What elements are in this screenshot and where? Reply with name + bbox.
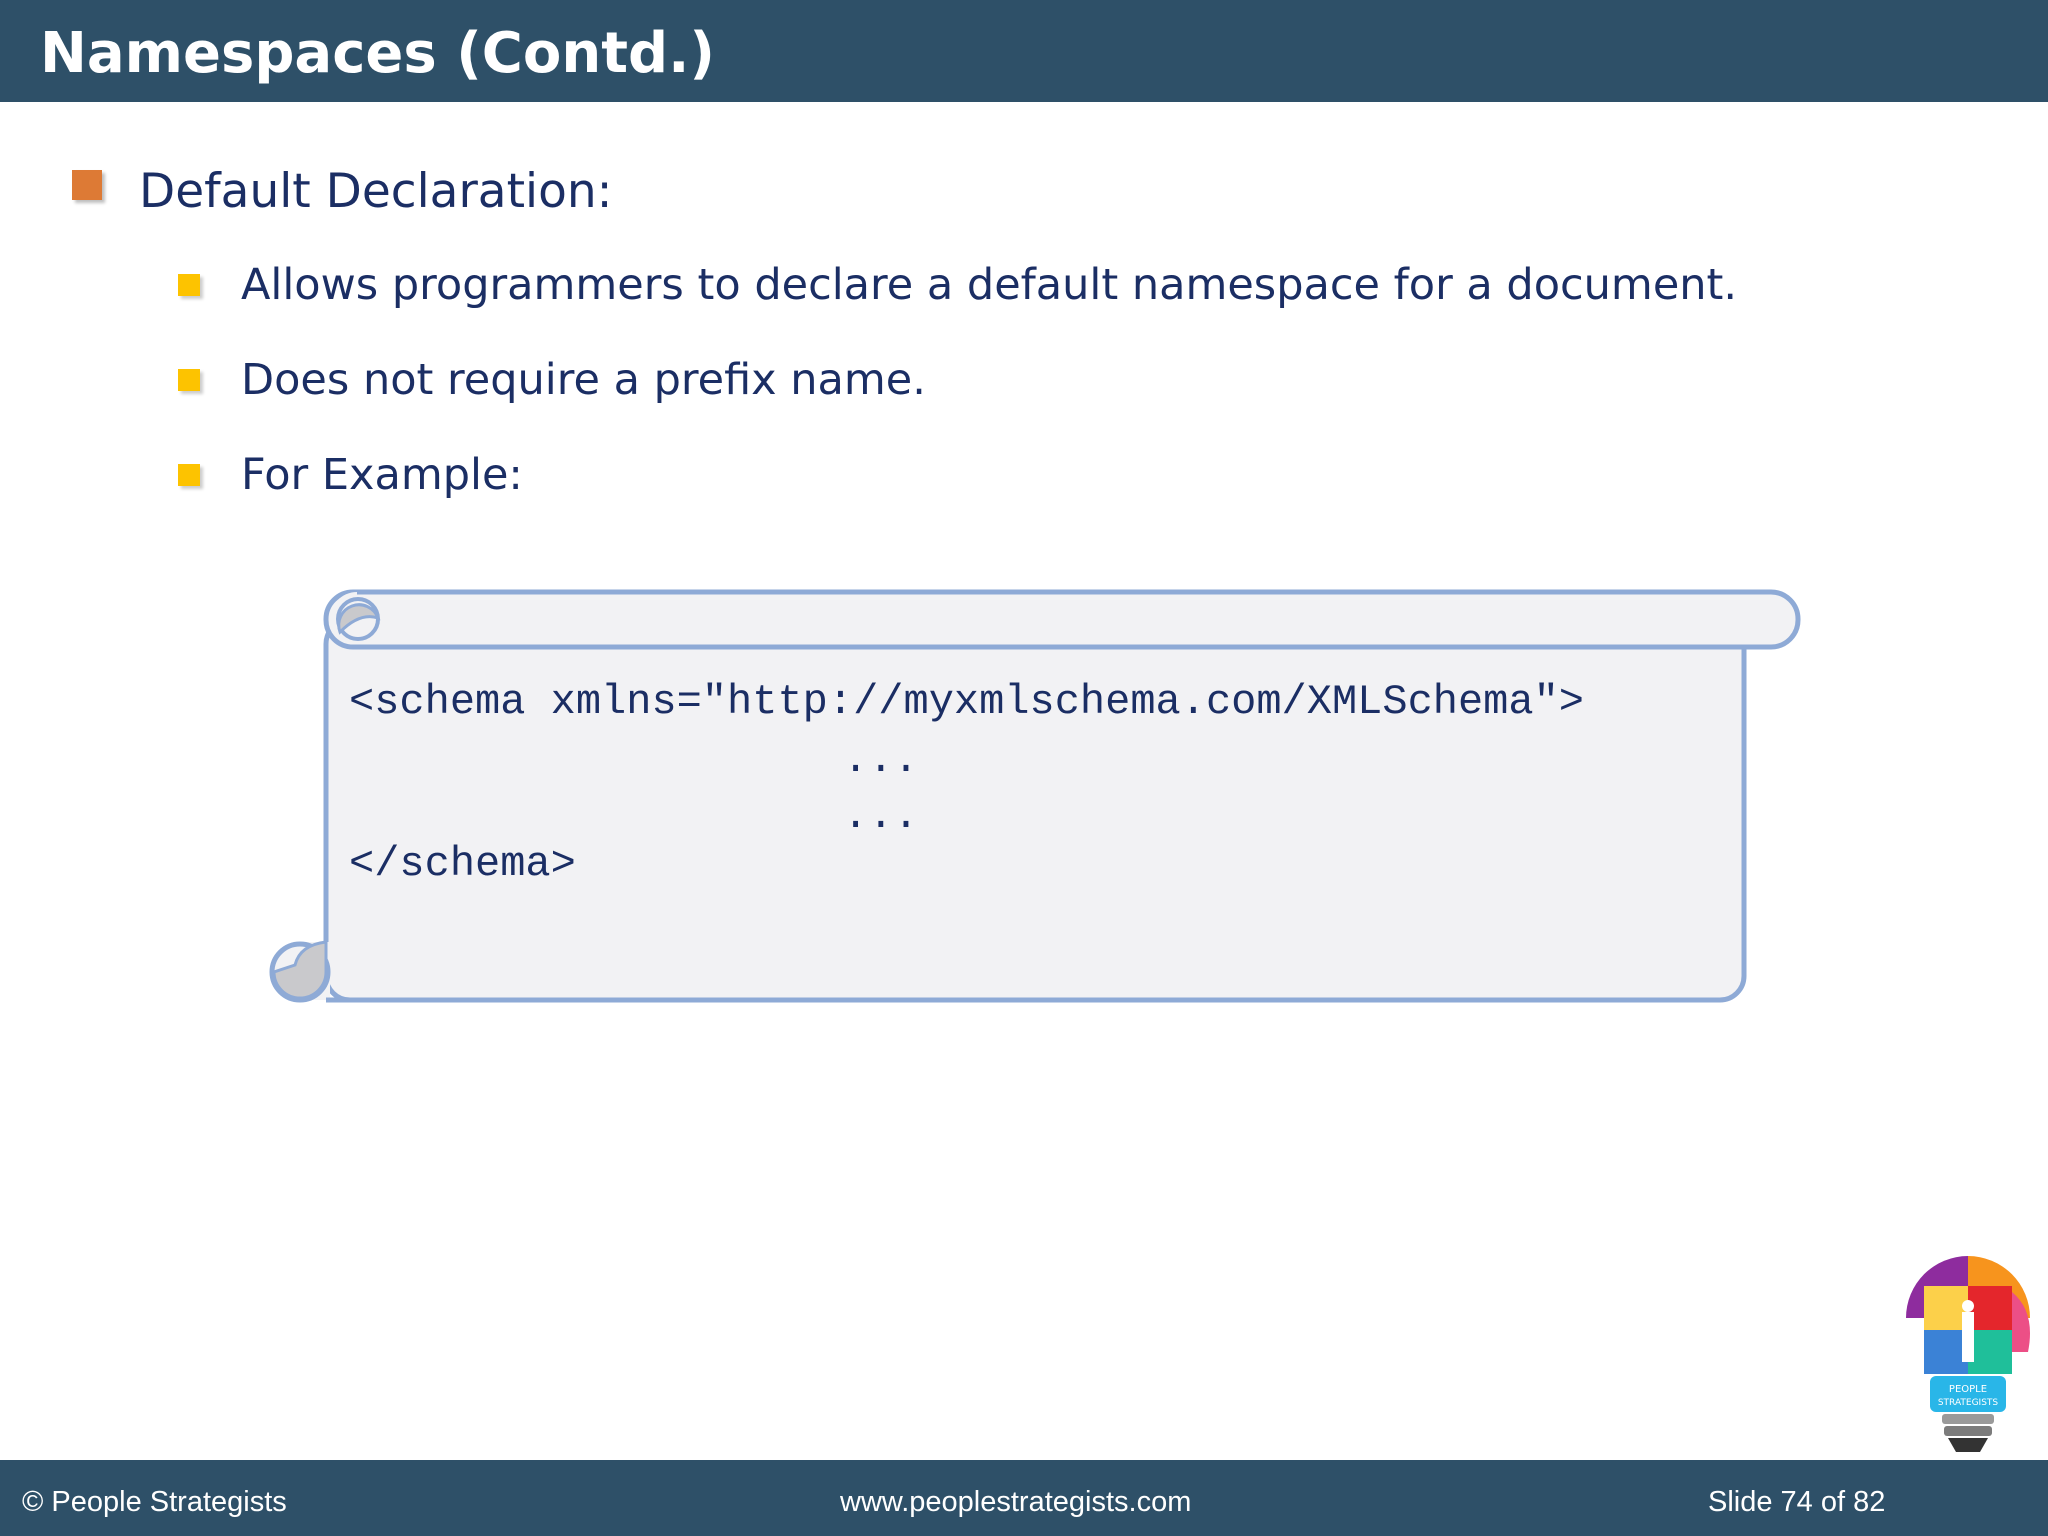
people-strategists-logo: PEOPLE STRATEGISTS <box>1906 1256 2030 1452</box>
logo-text-line2: STRATEGISTS <box>1938 1398 1999 1408</box>
footer-slide-counter: Slide 74 of 82 <box>1708 1486 1886 1518</box>
code-line: </schema> <box>349 840 576 888</box>
footer-copyright: © People Strategists <box>22 1486 287 1518</box>
code-line: <schema xmlns="http://myxmlschema.com/XM… <box>349 678 1585 726</box>
code-scroll-shape <box>269 589 1801 1003</box>
code-line: ... <box>843 736 919 784</box>
code-line: ... <box>843 792 919 840</box>
logo-text-line1: PEOPLE <box>1949 1384 1987 1395</box>
footer-website[interactable]: www.peoplestrategists.com <box>840 1482 1191 1522</box>
